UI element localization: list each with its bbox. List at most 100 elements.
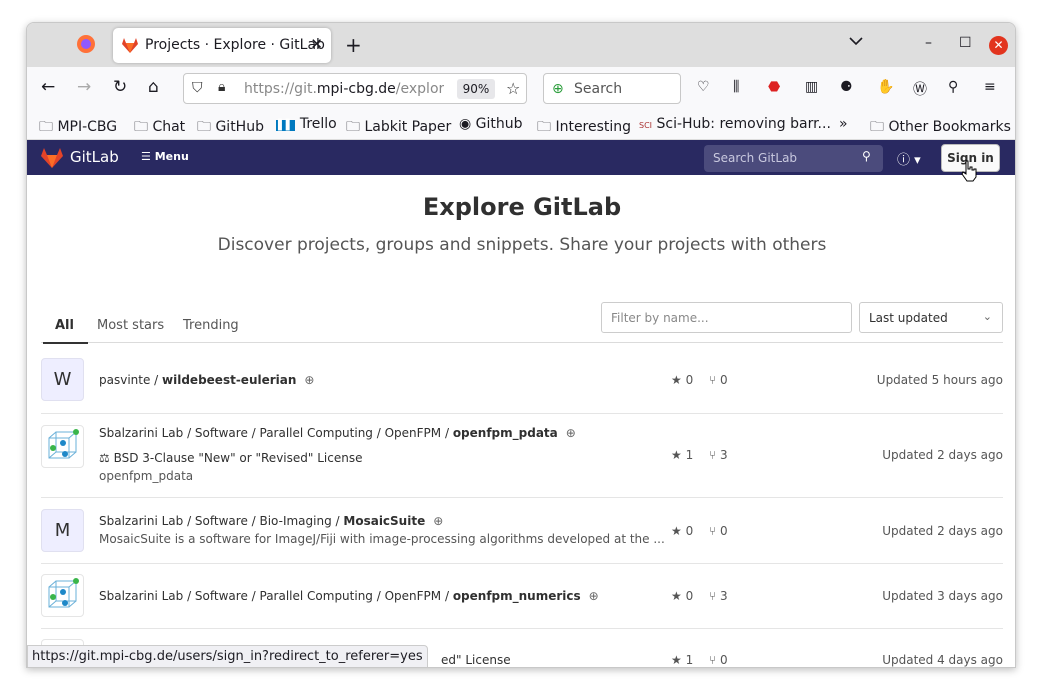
- sidebar-icon[interactable]: ▥: [805, 79, 818, 95]
- project-title[interactable]: Sbalzarini Lab / Software / Bio-Imaging …: [99, 514, 443, 528]
- gnome-icon[interactable]: ✋: [877, 79, 894, 95]
- bookmark-chat[interactable]: 🗀 Chat: [134, 116, 185, 140]
- new-tab-button[interactable]: +: [345, 33, 362, 57]
- browser-window: Projects · Explore · GitLab ✕ + – ☐ ✕ ← …: [26, 22, 1016, 668]
- search-engine-icon: ⊕: [552, 81, 564, 97]
- menu-button[interactable]: ☰ Menu: [141, 150, 189, 163]
- tab-projects-explore[interactable]: Projects · Explore · GitLab ✕: [113, 28, 331, 63]
- project-avatar-image[interactable]: [41, 574, 84, 617]
- project-avatar[interactable]: W: [41, 358, 84, 401]
- close-tab-icon[interactable]: ✕: [310, 35, 323, 53]
- gitlab-header: GitLab ☰ Menu Search GitLab ⚲ ⓘ ▾ Sign i…: [27, 140, 1015, 175]
- list-all-tabs-icon[interactable]: [849, 36, 863, 46]
- updated-time: Updated 3 days ago: [882, 589, 1003, 603]
- help-icon[interactable]: ⓘ ▾: [897, 149, 921, 168]
- browser-search-bar[interactable]: ⊕ Search: [543, 73, 681, 104]
- public-globe-icon: ⊕: [588, 589, 599, 603]
- filter-input[interactable]: Filter by name...: [601, 302, 852, 333]
- bookmark-interesting[interactable]: 🗀 Interesting: [537, 116, 631, 140]
- close-window-button[interactable]: ✕: [989, 36, 1008, 55]
- back-icon[interactable]: ←: [41, 77, 55, 97]
- reload-icon[interactable]: ↻: [113, 77, 127, 97]
- gitlab-brand[interactable]: GitLab: [70, 148, 119, 166]
- gitlab-search-input[interactable]: Search GitLab ⚲: [704, 145, 883, 172]
- project-description: openfpm_pdata: [99, 469, 194, 483]
- bookmark-mpi-cbg[interactable]: 🗀 MPI-CBG: [39, 116, 117, 140]
- star-count[interactable]: ★ 0: [671, 524, 693, 538]
- tab-strip: Projects · Explore · GitLab ✕ + – ☐ ✕: [27, 23, 1015, 67]
- fork-count[interactable]: ⑂ 3: [709, 448, 728, 462]
- url-text[interactable]: https://git.mpi-cbg.de/explor: [244, 81, 444, 97]
- extension-icon[interactable]: ⚈: [840, 79, 853, 95]
- updated-time: Updated 2 days ago: [882, 524, 1003, 538]
- bookmark-github[interactable]: ◉ Github: [459, 116, 523, 132]
- gitlab-logo-icon[interactable]: [41, 148, 63, 168]
- tab-trending[interactable]: Trending: [183, 318, 239, 333]
- tab-most-stars[interactable]: Most stars: [97, 318, 164, 333]
- bookmark-github-folder[interactable]: 🗀 GitHub: [197, 116, 264, 140]
- w-extension-icon[interactable]: Ⓦ: [913, 79, 927, 99]
- zoom-level[interactable]: 90%: [457, 79, 495, 99]
- home-icon[interactable]: ⌂: [148, 77, 159, 97]
- public-globe-icon: ⊕: [304, 373, 315, 387]
- project-row: M Sbalzarini Lab / Software / Bio-Imagin…: [41, 498, 1003, 564]
- bookmark-labkit-paper[interactable]: 🗀 Labkit Paper: [346, 116, 451, 140]
- hamburger-menu-icon[interactable]: ≡: [984, 79, 996, 95]
- gitlab-favicon-icon: [122, 38, 138, 53]
- bookmark-other[interactable]: 🗀 Other Bookmarks: [870, 116, 1011, 140]
- shield-icon[interactable]: ⛉: [192, 80, 203, 96]
- updated-time: Updated 5 hours ago: [876, 373, 1003, 387]
- public-globe-icon: ⊕: [565, 426, 576, 440]
- hand-cursor-icon: [961, 160, 977, 182]
- library-icon[interactable]: ⫼: [733, 79, 739, 95]
- updated-time: Updated 2 days ago: [882, 448, 1003, 462]
- chevron-down-icon: ⌄: [982, 310, 992, 323]
- url-bar[interactable]: ⛉ 🔒︎ https://git.mpi-cbg.de/explor 90% ☆: [183, 73, 527, 104]
- project-description: MosaicSuite is a software for ImageJ/Fij…: [99, 532, 665, 546]
- pocket-icon[interactable]: ♡: [697, 79, 710, 95]
- maximize-icon[interactable]: ☐: [959, 35, 972, 51]
- status-bar-link: https://git.mpi-cbg.de/users/sign_in?red…: [27, 645, 428, 667]
- tab-all[interactable]: All: [43, 318, 88, 344]
- filter-placeholder: Filter by name...: [611, 311, 709, 325]
- project-avatar[interactable]: M: [41, 509, 84, 552]
- lock-icon[interactable]: 🔒︎: [218, 79, 225, 95]
- forward-icon[interactable]: →: [77, 77, 91, 97]
- page-title: Explore GitLab: [422, 193, 622, 221]
- star-count[interactable]: ★ 0: [671, 373, 693, 387]
- more-bookmarks-chevron-icon[interactable]: »: [839, 116, 848, 132]
- project-row: W pasvinte / wildebeest-eulerian ⊕ ★ 0 ⑂ …: [41, 344, 1003, 414]
- adblock-icon[interactable]: ⬣: [768, 79, 780, 95]
- project-license: ⚖ BSD 3-Clause "New" or "Revised" Licens…: [99, 451, 363, 465]
- fork-count[interactable]: ⑂ 3: [709, 589, 728, 603]
- fork-count[interactable]: ⑂ 0: [709, 653, 728, 667]
- star-count[interactable]: ★ 1: [671, 448, 693, 462]
- project-title[interactable]: Sbalzarini Lab / Software / Parallel Com…: [99, 589, 599, 603]
- tab-title: Projects · Explore · GitLab: [145, 37, 325, 53]
- minimize-icon[interactable]: –: [925, 35, 932, 51]
- star-count[interactable]: ★ 1: [671, 653, 693, 667]
- project-title[interactable]: pasvinte / wildebeest-eulerian ⊕: [99, 373, 314, 387]
- firefox-icon: [77, 35, 95, 53]
- fork-count[interactable]: ⑂ 0: [709, 524, 728, 538]
- bookmark-trello[interactable]: ▌▌ Trello: [276, 116, 337, 132]
- sort-select[interactable]: Last updated ⌄: [859, 302, 1003, 333]
- star-count[interactable]: ★ 0: [671, 589, 693, 603]
- public-globe-icon: ⊕: [433, 514, 444, 528]
- cube-graph-icon: [48, 578, 79, 608]
- sort-value: Last updated: [869, 311, 948, 325]
- cube-graph-icon: [48, 429, 79, 459]
- bookmark-star-icon[interactable]: ☆: [506, 79, 520, 98]
- project-row: Sbalzarini Lab / Software / Parallel Com…: [41, 414, 1003, 498]
- bookmarks-toolbar: 🗀 MPI-CBG 🗀 Chat 🗀 GitHub ▌▌ Trello 🗀 La…: [27, 111, 1015, 140]
- project-license: ed" License: [441, 653, 511, 667]
- bookmark-sci-hub[interactable]: SCI Sci-Hub: removing barr...: [639, 116, 831, 132]
- project-avatar-image[interactable]: [41, 425, 84, 468]
- page-subtitle: Discover projects, groups and snippets. …: [217, 235, 827, 255]
- extensions-puzzle-icon[interactable]: ⚲: [948, 79, 958, 95]
- fork-count[interactable]: ⑂ 0: [709, 373, 728, 387]
- updated-time: Updated 4 days ago: [882, 653, 1003, 667]
- gitlab-search-placeholder: Search GitLab: [713, 151, 798, 165]
- project-title[interactable]: Sbalzarini Lab / Software / Parallel Com…: [99, 426, 576, 440]
- firefox-pinned-tab[interactable]: [75, 33, 99, 57]
